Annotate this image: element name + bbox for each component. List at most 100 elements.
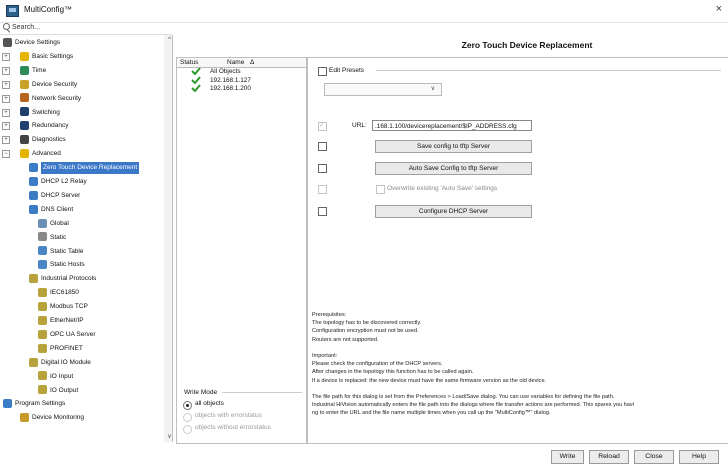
name-column-header[interactable]: Name	[227, 59, 244, 66]
tree-item-label: Advanced	[32, 150, 61, 158]
title-bar: MultiConfig™ ×	[0, 0, 728, 23]
tree-item[interactable]: OPC UA Server	[38, 329, 96, 341]
note-line: If a device is replaced: the new device …	[312, 377, 547, 384]
auto-save-checkbox[interactable]	[318, 164, 327, 173]
save-tftp-checkbox[interactable]	[318, 142, 327, 151]
expand-toggle-icon[interactable]: +	[2, 80, 10, 89]
tree-item-label: Diagnostics	[32, 136, 66, 144]
write-mode-option-label: objects with errorstatus	[195, 412, 262, 419]
overwrite-label: Overwrite existing 'Auto Save' settings	[387, 185, 498, 192]
protocol-icon	[38, 301, 47, 311]
star-icon	[20, 51, 29, 61]
tree-item[interactable]: Redundancy	[20, 120, 69, 132]
write-mode-label: Write Mode	[184, 389, 218, 396]
replacement-icon	[29, 162, 38, 172]
scroll-down-icon[interactable]: v	[168, 434, 171, 440]
search-box[interactable]: Search...	[0, 22, 172, 35]
tree-item[interactable]: EtherNet/IP	[38, 315, 84, 327]
search-input[interactable]: Search...	[12, 24, 40, 31]
tree-item[interactable]: DHCP L2 Relay	[29, 176, 87, 188]
tree-item[interactable]: DNS Client	[29, 204, 73, 216]
tree-item[interactable]: Program Settings	[3, 398, 65, 410]
static-icon	[38, 232, 47, 242]
tree-item[interactable]: Network Security	[20, 93, 81, 105]
dns-icon	[29, 204, 38, 214]
protocol-icon	[38, 371, 47, 381]
scroll-up-icon[interactable]: ^	[168, 37, 171, 43]
tree-item-label: Device Monitoring	[32, 414, 85, 422]
expand-toggle-icon[interactable]: −	[2, 150, 10, 159]
save-config-tftp-button[interactable]: Save config to tftp Server	[375, 140, 532, 153]
hosts-icon	[38, 260, 47, 270]
tree-item[interactable]: DHCP Server	[29, 190, 80, 202]
tree-item[interactable]: Switching	[20, 107, 60, 119]
clock-icon	[20, 65, 29, 75]
help-button[interactable]: Help	[679, 450, 719, 464]
tree-item-label: EtherNet/IP	[50, 317, 84, 324]
tree-item-label: Device Security	[32, 80, 78, 88]
close-button[interactable]: Close	[634, 450, 674, 464]
tree-item[interactable]: Basic Settings	[20, 51, 73, 63]
tree-item[interactable]: Diagnostics	[20, 134, 66, 146]
main-panel: Edit Presets ∨ URL: .168.1.100/devicerep…	[307, 57, 728, 444]
presets-dropdown[interactable]: ∨	[324, 83, 442, 96]
tree-item-label: Static	[50, 233, 67, 241]
protocol-icon	[38, 329, 47, 339]
edit-presets-checkbox[interactable]	[318, 67, 327, 76]
tree-item[interactable]: Time	[20, 65, 46, 77]
tree-item[interactable]: Static Table	[38, 246, 83, 258]
status-row[interactable]: 192.168.1.200	[177, 84, 306, 93]
footer-bar: Write Reload Close Help	[0, 444, 728, 465]
expand-toggle-icon[interactable]: +	[2, 66, 10, 75]
tree-item[interactable]: Zero Touch Device Replacement	[29, 162, 140, 175]
write-mode-group: Write Mode all objects objects with error…	[178, 385, 303, 440]
presets-divider	[376, 70, 721, 71]
note-line: Routers are not supported.	[312, 336, 379, 343]
reload-button[interactable]: Reload	[589, 450, 629, 464]
expand-toggle-icon[interactable]: +	[2, 94, 10, 103]
write-mode-option-label: objects without errorstatus	[195, 424, 271, 431]
tree-item[interactable]: Device Monitoring	[20, 412, 84, 424]
tree-item-label: Time	[32, 66, 47, 74]
status-column-header[interactable]: Status	[180, 59, 198, 66]
tree-item[interactable]: Modbus TCP	[38, 301, 88, 313]
tree-item[interactable]: IEC61850	[38, 287, 79, 299]
note-line: After changes in the topology this funct…	[312, 369, 474, 376]
write-button[interactable]: Write	[551, 450, 584, 464]
search-icon	[3, 23, 10, 30]
configure-dhcp-checkbox[interactable]	[318, 207, 327, 216]
tree-item[interactable]: IO Output	[38, 385, 78, 397]
auto-save-config-button[interactable]: Auto Save Config to tftp Server	[375, 162, 532, 175]
expand-toggle-icon[interactable]: +	[2, 52, 10, 61]
write-mode-option-label: all objects	[195, 400, 224, 407]
expand-toggle-icon[interactable]: +	[2, 108, 10, 117]
tree-item-label: DHCP L2 Relay	[41, 178, 87, 185]
tree-item[interactable]: Industrial Protocols	[29, 273, 96, 285]
configure-dhcp-button[interactable]: Configure DHCP Server	[375, 205, 532, 218]
tree-item[interactable]: Static Hosts	[38, 259, 85, 271]
tree-item[interactable]: IO Input	[38, 371, 73, 383]
tree-item[interactable]: Static	[38, 232, 66, 244]
tree-item[interactable]: Global	[38, 218, 69, 230]
tree-item-label: Device Settings	[15, 39, 61, 46]
protocol-icon	[29, 357, 38, 367]
close-icon[interactable]: ×	[716, 3, 722, 15]
tree-item[interactable]: Device Settings	[3, 37, 60, 49]
tree-item-label: DHCP Server	[41, 191, 81, 199]
expand-toggle-icon[interactable]: +	[2, 136, 10, 145]
expand-toggle-icon[interactable]: +	[2, 122, 10, 131]
monitoring-icon	[20, 413, 29, 423]
tree-item[interactable]: Digital IO Module	[29, 357, 91, 369]
tree-item[interactable]: Advanced	[20, 148, 61, 160]
tree-item[interactable]: PROFINET	[38, 343, 83, 355]
note-line: The file path for this dialog is set fro…	[312, 394, 615, 400]
edit-presets-label: Edit Presets	[329, 67, 365, 74]
tree-item-label: Static Hosts	[50, 261, 85, 269]
program-icon	[3, 399, 12, 409]
url-field[interactable]: .168.1.100/devicereplacement/$IP_ADDRESS…	[372, 120, 532, 131]
write-mode-radio[interactable]	[183, 401, 192, 410]
tree-item[interactable]: Device Security	[20, 79, 77, 91]
tree-scrollbar[interactable]: ^ v	[164, 35, 172, 442]
note-line: Please check the configuration of the DH…	[312, 361, 443, 368]
checkmark-icon	[191, 67, 201, 75]
